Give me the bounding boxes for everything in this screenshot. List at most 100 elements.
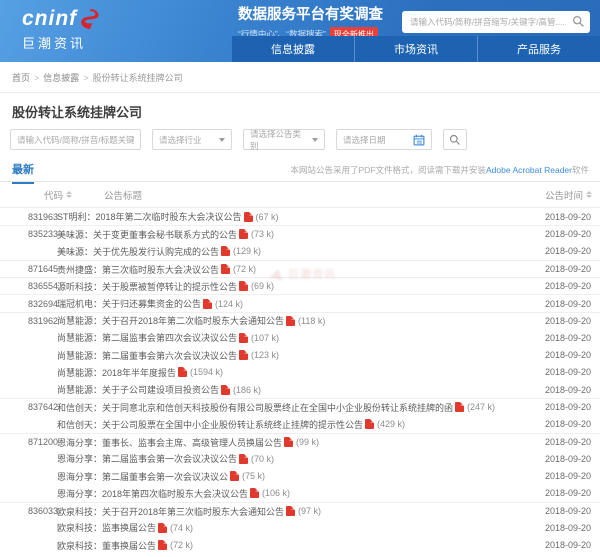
row-code: 831963: [0, 212, 57, 222]
breadcrumb-item[interactable]: 首页: [12, 73, 30, 83]
file-size: (73 k): [251, 229, 274, 239]
row-code: 871645: [0, 264, 57, 274]
row-date: 2018-09-20: [545, 471, 600, 481]
pdf-icon[interactable]: [203, 299, 212, 309]
logo-swoosh-icon: [79, 8, 101, 30]
keyword-input[interactable]: [17, 135, 134, 145]
pdf-icon[interactable]: [221, 264, 230, 274]
announcement-link[interactable]: 尚慧能源：第二届监事会第四次会议决议公告: [57, 331, 237, 344]
filter-search-button[interactable]: [443, 129, 467, 150]
announcement-link[interactable]: ST明利：2018年第二次临时股东大会决议公告: [57, 210, 242, 223]
announcement-link[interactable]: 欧泉科技：监事换届公告: [57, 521, 156, 534]
row-date: 2018-09-20: [545, 281, 600, 291]
announcement-link[interactable]: 美味源：关于变更董事会秘书联系方式的公告: [57, 228, 237, 241]
promo-title[interactable]: 数据服务平台有奖调查: [238, 3, 413, 24]
pdf-icon[interactable]: [286, 506, 295, 516]
row-code: 831962: [0, 316, 57, 326]
pdf-icon[interactable]: [250, 488, 259, 498]
pdf-icon[interactable]: [158, 523, 167, 533]
breadcrumb-item[interactable]: 信息披露: [43, 73, 79, 83]
row-date: 2018-09-20: [545, 333, 600, 343]
row-date: 2018-09-20: [545, 264, 600, 274]
announcement-link[interactable]: 和信创天：关于同意北京和信创天科技股份有限公司股票终止在全国中小企业股份转让系统…: [57, 401, 453, 414]
tab-latest[interactable]: 最新: [12, 161, 34, 184]
category-select-label: 请选择公告类别: [250, 128, 306, 152]
nav-item[interactable]: 市场资讯: [354, 36, 477, 62]
row-date: 2018-09-20: [545, 350, 600, 360]
column-time[interactable]: 公告时间: [545, 188, 583, 202]
pdf-icon[interactable]: [455, 402, 464, 412]
file-size: (67 k): [256, 212, 279, 222]
table-row: 尚慧能源：第二届监事会第四次会议决议公告 (107 k) 2018-09-20: [0, 329, 600, 346]
date-picker[interactable]: 请选择日期: [336, 129, 432, 150]
pdf-icon[interactable]: [221, 246, 230, 256]
row-code: 835233: [0, 229, 57, 239]
announcement-link[interactable]: 尚慧能源：2018年半年度报告: [57, 366, 176, 379]
pdf-icon[interactable]: [239, 281, 248, 291]
sort-time-icon[interactable]: [586, 191, 592, 199]
pdf-icon[interactable]: [178, 367, 187, 377]
pdf-icon[interactable]: [239, 454, 248, 464]
header-search-input[interactable]: [402, 11, 590, 33]
breadcrumb-separator: >: [83, 73, 88, 83]
category-select[interactable]: 请选择公告类别: [243, 129, 325, 150]
table-row: 和信创天：关于公司股票在全国中小企业股份转让系统终止挂牌的提示性公告 (429 …: [0, 416, 600, 433]
announcement-link[interactable]: 恩海分享：董事长、监事会主席、高级管理人员换届公告: [57, 436, 282, 449]
table-row: 871200 恩海分享：董事长、监事会主席、高级管理人员换届公告 (99 k) …: [0, 433, 600, 450]
industry-select[interactable]: 请选择行业: [152, 129, 232, 150]
nav-item[interactable]: 信息披露: [232, 36, 354, 62]
announcement-link[interactable]: 恩海分享：第二届董事会第一次会议决议公: [57, 470, 228, 483]
row-date: 2018-09-20: [545, 367, 600, 377]
file-size: (118 k): [298, 316, 325, 326]
pdf-icon[interactable]: [158, 540, 167, 550]
row-date: 2018-09-20: [545, 246, 600, 256]
file-size: (72 k): [233, 264, 256, 274]
pdf-icon[interactable]: [239, 229, 248, 239]
search-icon[interactable]: [572, 15, 585, 28]
row-date: 2018-09-20: [545, 540, 600, 550]
announcement-link[interactable]: 尚慧能源：第二届董事会第六次会议决议公告: [57, 349, 237, 362]
row-code: 836033: [0, 506, 57, 516]
column-code[interactable]: 代码: [44, 188, 63, 202]
row-date: 2018-09-20: [545, 316, 600, 326]
table-row: 美味源：关于优先股发行认购完成的公告 (129 k) 2018-09-20: [0, 243, 600, 260]
acrobat-reader-link[interactable]: Adobe Acrobat Reader: [486, 165, 572, 175]
announcement-link[interactable]: 和信创天：关于公司股票在全国中小企业股份转让系统终止挂牌的提示性公告: [57, 418, 363, 431]
announcement-link[interactable]: 美味源：关于优先股发行认购完成的公告: [57, 245, 219, 258]
announcement-link[interactable]: 恩海分享：2018年第四次临时股东大会决议公告: [57, 487, 248, 500]
file-size: (106 k): [262, 488, 290, 498]
pdf-icon[interactable]: [230, 471, 239, 481]
announcement-link[interactable]: 恩海分享：第二届监事会第一次会议决议公告: [57, 452, 237, 465]
table-row: 871645 贵州捷盛：第三次临时股东大会决议公告 (72 k) 2018-09…: [0, 260, 600, 277]
pdf-icon[interactable]: [286, 316, 295, 326]
pdf-icon[interactable]: [239, 333, 248, 343]
sort-code-icon[interactable]: [66, 191, 72, 199]
announcement-link[interactable]: 尚慧能源：关于召开2018年第二次临时股东大会通知公告: [57, 314, 284, 327]
pdf-icon[interactable]: [284, 437, 293, 447]
table-row: 恩海分享：第二届监事会第一次会议决议公告 (70 k) 2018-09-20: [0, 450, 600, 467]
row-code: 871200: [0, 437, 57, 447]
table-row: 恩海分享：2018年第四次临时股东大会决议公告 (106 k) 2018-09-…: [0, 485, 600, 502]
announcement-link[interactable]: 瑞冠机电：关于归还募集资金的公告: [57, 297, 201, 310]
file-size: (97 k): [298, 506, 321, 516]
file-size: (69 k): [251, 281, 274, 291]
table-row: 837642 和信创天：关于同意北京和信创天科技股份有限公司股票终止在全国中小企…: [0, 398, 600, 415]
announcement-link[interactable]: 源听科技：关于股票被暂停转让的提示性公告: [57, 280, 237, 293]
pdf-icon[interactable]: [239, 350, 248, 360]
pdf-icon[interactable]: [365, 419, 374, 429]
row-date: 2018-09-20: [545, 506, 600, 516]
table-row: 欧泉科技：董事换届公告 (72 k) 2018-09-20: [0, 537, 600, 554]
announcement-link[interactable]: 欧泉科技：关于召开2018年第三次临时股东大会通知公告: [57, 505, 284, 518]
chevron-down-icon: [219, 138, 225, 142]
nav-item[interactable]: 产品服务: [477, 36, 600, 62]
announcement-link[interactable]: 尚慧能源：关于子公司建设项目投资公告: [57, 383, 219, 396]
table-row: 832694 瑞冠机电：关于归还募集资金的公告 (124 k) 2018-09-…: [0, 294, 600, 311]
pdf-icon[interactable]: [244, 212, 253, 222]
keyword-filter: [10, 129, 141, 150]
logo[interactable]: cninf 巨潮资讯: [22, 7, 101, 52]
announcement-link[interactable]: 欧泉科技：董事换届公告: [57, 539, 156, 552]
search-icon: [449, 134, 461, 146]
announcement-link[interactable]: 贵州捷盛：第三次临时股东大会决议公告: [57, 263, 219, 276]
pdf-icon[interactable]: [221, 385, 230, 395]
pdf-notice: 本网站公告采用了PDF文件格式，阅读需下载并安装Adobe Acrobat Re…: [290, 164, 589, 176]
